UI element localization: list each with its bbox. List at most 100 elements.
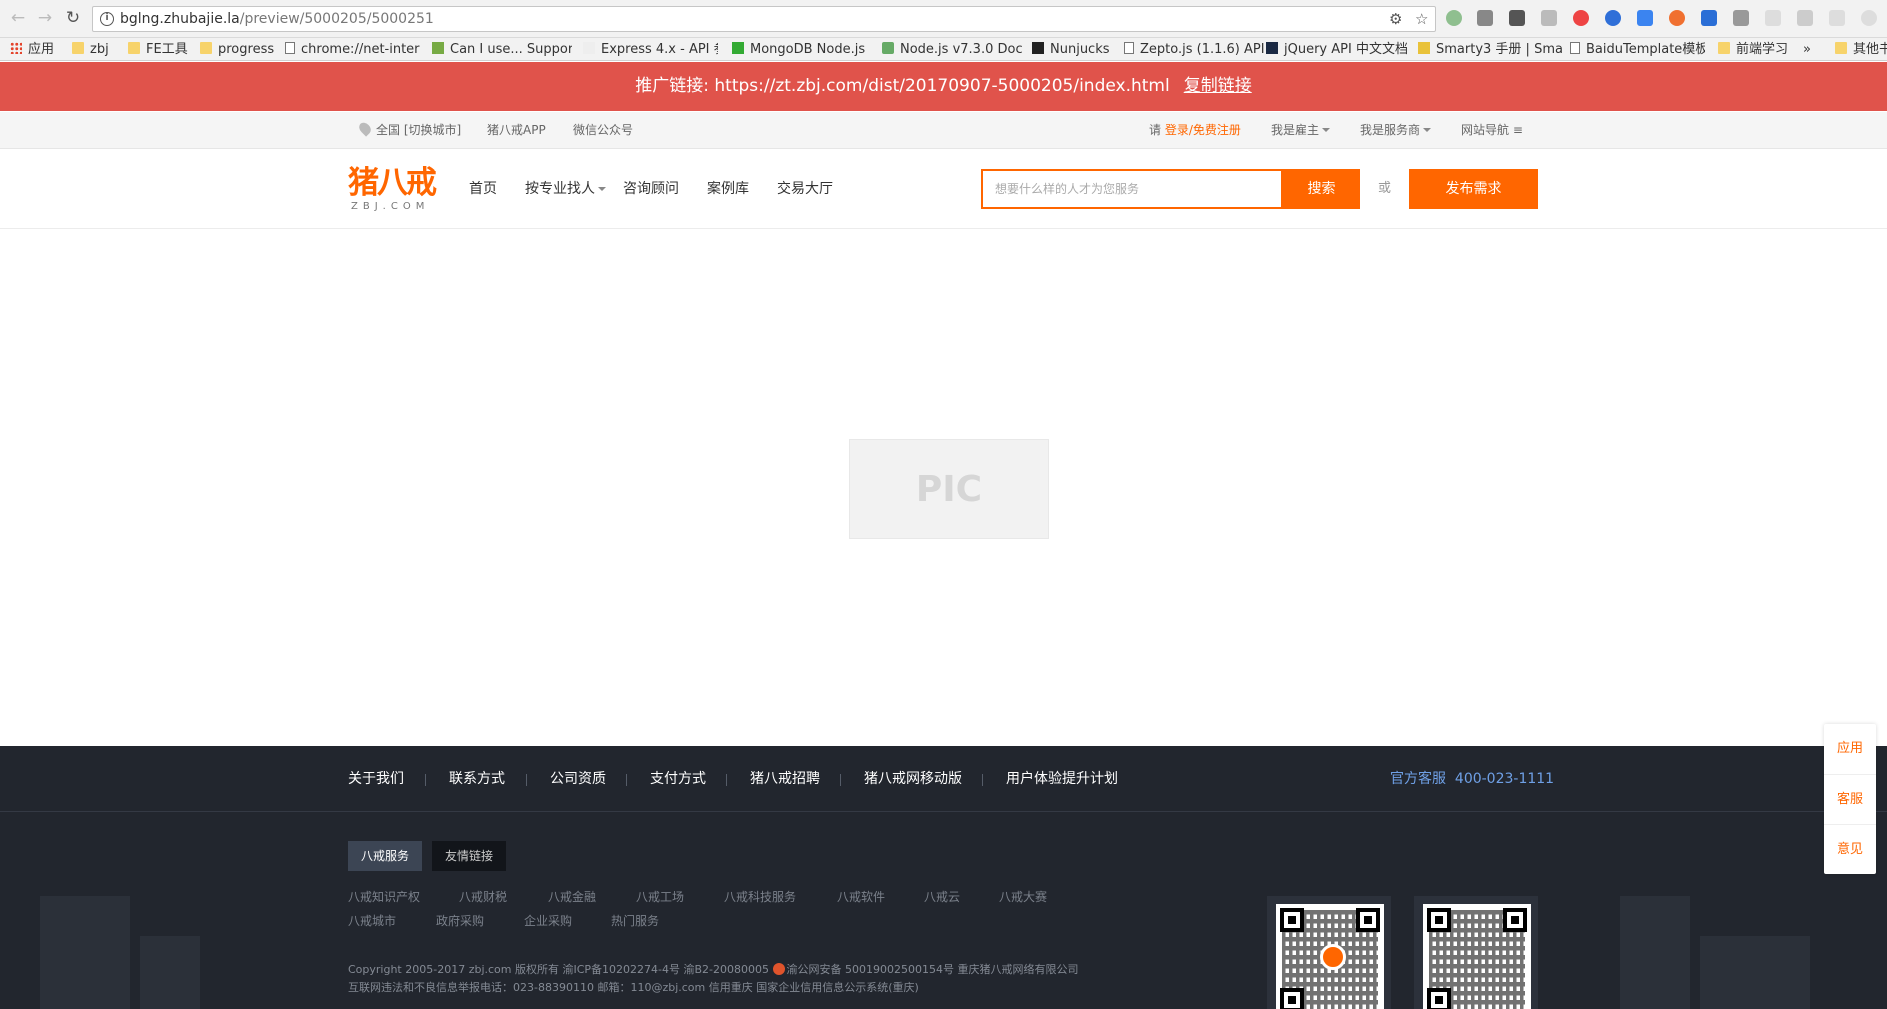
nodejs-icon — [882, 42, 894, 54]
side-feedback-button[interactable]: 意见 — [1824, 824, 1876, 874]
bookmark-item[interactable]: 其他书 — [1835, 40, 1887, 59]
footer-link-about[interactable]: 关于我们 — [348, 769, 404, 789]
service-link[interactable]: 政府采购 — [436, 913, 484, 929]
bookmark-item[interactable]: 前端学习 — [1718, 40, 1788, 59]
extension-12-icon[interactable] — [1797, 10, 1813, 26]
tab-friend-links[interactable]: 友情链接 — [432, 841, 507, 871]
reload-icon[interactable]: ↻ — [61, 6, 85, 30]
promo-link-text: 推广链接: https://zt.zbj.com/dist/20170907-5… — [635, 76, 1170, 96]
bookmark-item[interactable]: Can I use... Support — [432, 40, 572, 59]
forward-icon[interactable]: → — [33, 6, 57, 30]
service-link[interactable]: 热门服务 — [611, 913, 659, 929]
qr-extension-icon[interactable] — [1509, 10, 1525, 26]
back-icon[interactable]: ← — [6, 6, 30, 30]
footer-link-mobile[interactable]: 猪八戒网移动版 — [864, 769, 962, 789]
side-support-button[interactable]: 客服 — [1824, 774, 1876, 824]
service-link[interactable]: 企业采购 — [524, 913, 572, 929]
bookmarks-overflow-button[interactable]: » — [1803, 40, 1811, 59]
wechat-link[interactable]: 微信公众号 — [573, 112, 633, 149]
footer-link-payment[interactable]: 支付方式 — [650, 769, 706, 789]
service-link[interactable]: 八戒金融 — [548, 889, 596, 905]
nav-find-by-specialty[interactable]: 按专业找人 — [525, 179, 606, 199]
bookmark-item[interactable]: FE工具 — [128, 40, 188, 59]
divider — [425, 774, 426, 786]
extension-2-icon[interactable] — [1477, 10, 1493, 26]
divider — [982, 774, 983, 786]
extension-5-icon[interactable] — [1573, 10, 1589, 26]
bookmark-item[interactable]: chrome://net-intern — [285, 40, 420, 59]
bookmark-item[interactable]: jQuery API 中文文档 — [1266, 40, 1413, 59]
bookmark-item[interactable]: progress — [200, 40, 274, 59]
post-request-button[interactable]: 发布需求 — [1409, 169, 1538, 209]
bookmark-item[interactable]: Express 4.x - API 参 — [583, 40, 718, 59]
service-link[interactable]: 八戒工场 — [636, 889, 684, 905]
location: 全国 [切换城市] — [356, 112, 461, 149]
hotline-number[interactable]: 400-023-1111 — [1455, 771, 1554, 787]
extension-4-icon[interactable] — [1541, 10, 1557, 26]
nav-case-library[interactable]: 案例库 — [707, 179, 749, 199]
service-link[interactable]: 八戒科技服务 — [724, 889, 796, 905]
bookmark-item[interactable]: Nunjucks — [1032, 40, 1110, 59]
site-nav-menu[interactable]: 网站导航 ≡ — [1461, 112, 1523, 149]
register-link[interactable]: 免费注册 — [1193, 123, 1241, 137]
police-emblem-icon — [772, 963, 785, 975]
footer-link-jobs[interactable]: 猪八戒招聘 — [750, 769, 820, 789]
extension-6-icon[interactable] — [1605, 10, 1621, 26]
bookmark-item[interactable]: Node.js v7.3.0 Docu — [882, 40, 1022, 59]
tab-bajie-services[interactable]: 八戒服务 — [348, 841, 423, 871]
service-link[interactable]: 八戒大赛 — [999, 889, 1047, 905]
folder-icon — [128, 42, 140, 54]
copy-link-button[interactable]: 复制链接 — [1184, 76, 1252, 96]
bookmark-star-icon[interactable]: ☆ — [1415, 7, 1428, 31]
extension-8-icon[interactable] — [1669, 10, 1685, 26]
extension-puzzle-icon[interactable]: ⚙ — [1389, 7, 1402, 31]
location-pin-icon — [356, 120, 374, 137]
bookmark-item[interactable]: Smarty3 手册 | Sma — [1418, 40, 1566, 59]
chevron-down-icon — [1322, 128, 1331, 136]
site-header: 猪八戒 ZBJ.COM 首页 按专业找人 咨询顾问 案例库 交易大厅 想要什么样… — [0, 149, 1887, 229]
employer-menu[interactable]: 我是雇主 — [1271, 112, 1331, 149]
service-link[interactable]: 八戒知识产权 — [348, 889, 420, 905]
bookmark-item[interactable]: zbj — [72, 40, 109, 59]
extension-14-icon[interactable] — [1861, 10, 1877, 26]
extension-13-icon[interactable] — [1829, 10, 1845, 26]
bookmark-item[interactable]: MongoDB Node.js — [732, 40, 866, 59]
divider — [526, 774, 527, 786]
copyright-line-2: 互联网违法和不良信息举报电话：023-88390110 邮箱：110@zbj.c… — [348, 981, 919, 994]
logo[interactable]: 猪八戒 ZBJ.COM — [348, 165, 438, 215]
search-button[interactable]: 搜索 — [1283, 169, 1360, 209]
url-path: /preview/5000205/5000251 — [239, 11, 434, 27]
extension-10-icon[interactable] — [1733, 10, 1749, 26]
site-footer: 关于我们 联系方式 公司资质 支付方式 猪八戒招聘 猪八戒网移动版 用户体验提升… — [0, 746, 1887, 1009]
service-link[interactable]: 八戒财税 — [459, 889, 507, 905]
footer-link-ux-plan[interactable]: 用户体验提升计划 — [1006, 769, 1118, 789]
footer-link-contact[interactable]: 联系方式 — [449, 769, 505, 789]
service-link[interactable]: 八戒城市 — [348, 913, 396, 929]
folder-icon — [200, 42, 212, 54]
extension-9-icon[interactable] — [1701, 10, 1717, 26]
extension-1-icon[interactable] — [1446, 10, 1462, 26]
bookmark-item[interactable]: Zepto.js (1.1.6) API — [1124, 40, 1265, 59]
bookmark-apps[interactable]: 应用 — [10, 40, 54, 59]
apps-grid-icon — [10, 42, 22, 54]
switch-city-link[interactable]: [切换城市] — [404, 123, 461, 137]
provider-menu[interactable]: 我是服务商 — [1360, 112, 1432, 149]
info-icon[interactable]: i — [100, 12, 114, 26]
extension-11-icon[interactable] — [1765, 10, 1781, 26]
bookmark-item[interactable]: BaiduTemplate模板 — [1570, 40, 1705, 59]
service-link[interactable]: 八戒软件 — [837, 889, 885, 905]
login-link[interactable]: 登录 — [1165, 123, 1189, 137]
nav-home[interactable]: 首页 — [469, 179, 497, 199]
nav-trading-hall[interactable]: 交易大厅 — [777, 179, 833, 199]
address-bar[interactable]: i bglng.zhubajie.la/preview/5000205/5000… — [92, 6, 1436, 32]
service-link[interactable]: 八戒云 — [924, 889, 960, 905]
search-input[interactable]: 想要什么样的人才为您服务 — [981, 169, 1283, 209]
side-app-button[interactable]: 应用 — [1824, 724, 1876, 774]
chevron-down-icon — [598, 187, 606, 195]
footer-link-qualifications[interactable]: 公司资质 — [550, 769, 606, 789]
divider — [726, 774, 727, 786]
extension-7-icon[interactable] — [1637, 10, 1653, 26]
nav-consultants[interactable]: 咨询顾问 — [623, 179, 679, 199]
app-link[interactable]: 猪八戒APP — [487, 112, 546, 149]
logo-icon — [1320, 944, 1346, 970]
